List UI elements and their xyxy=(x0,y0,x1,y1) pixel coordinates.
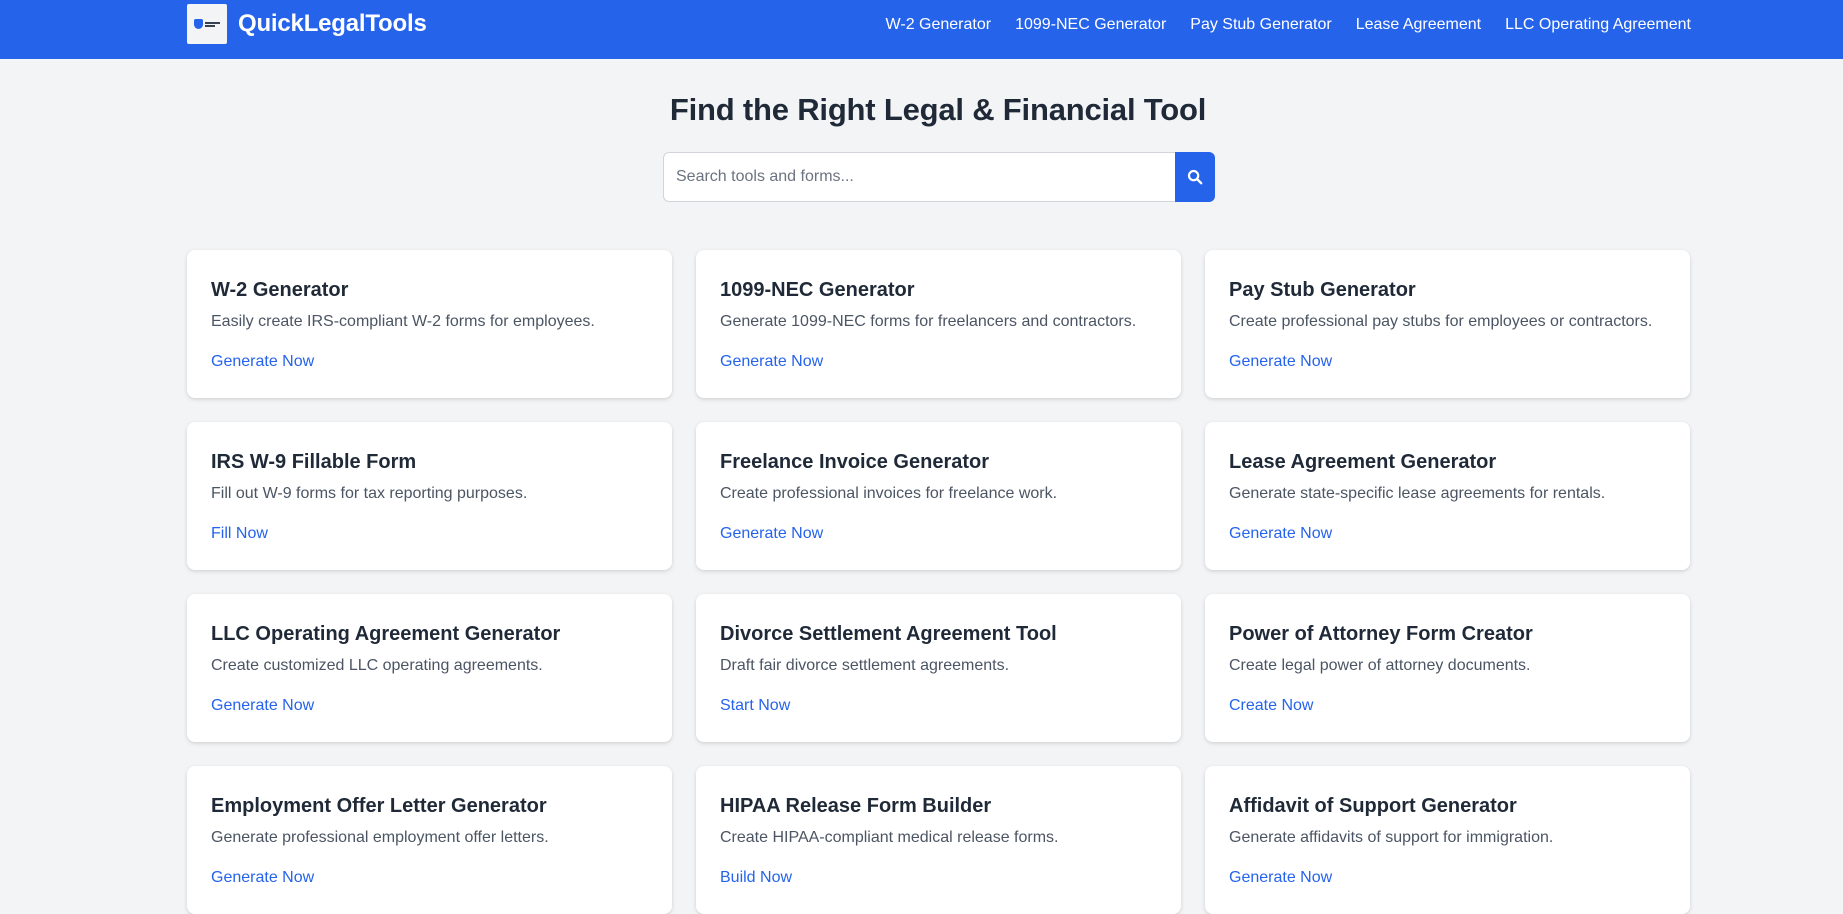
tool-description: Generate affidavits of support for immig… xyxy=(1229,829,1554,846)
tool-title: Employment Offer Letter Generator xyxy=(211,795,547,817)
tool-description: Fill out W-9 forms for tax reporting pur… xyxy=(211,485,528,502)
tool-description: Create legal power of attorney documents… xyxy=(1229,657,1531,674)
nav-link-1099-nec-generator[interactable]: 1099-NEC Generator xyxy=(1015,16,1166,34)
tool-title: 1099-NEC Generator xyxy=(720,279,915,301)
tool-cta-link[interactable]: Generate Now xyxy=(1229,352,1332,372)
tool-cta-link[interactable]: Fill Now xyxy=(211,524,268,544)
tool-card-irs-w9-form: IRS W-9 Fillable Form Fill out W-9 forms… xyxy=(187,422,672,570)
tool-cta-link[interactable]: Start Now xyxy=(720,696,790,716)
tool-title: Power of Attorney Form Creator xyxy=(1229,623,1533,645)
tool-description: Generate state-specific lease agreements… xyxy=(1229,485,1606,502)
nav-link-llc-operating-agreement[interactable]: LLC Operating Agreement xyxy=(1505,16,1691,34)
page-title: Find the Right Legal & Financial Tool xyxy=(669,92,1207,127)
tool-card-affidavit-of-support-generator: Affidavit of Support Generator Generate … xyxy=(1205,766,1690,914)
tool-cta-link[interactable]: Generate Now xyxy=(211,696,314,716)
tool-title: LLC Operating Agreement Generator xyxy=(211,623,561,645)
tool-card-1099-nec-generator: 1099-NEC Generator Generate 1099-NEC for… xyxy=(696,250,1181,398)
tool-cta-link[interactable]: Generate Now xyxy=(720,352,823,372)
nav-link-lease-agreement[interactable]: Lease Agreement xyxy=(1356,16,1481,34)
logo-wordmark xyxy=(205,21,220,27)
tool-card-w2-generator: W-2 Generator Easily create IRS-complian… xyxy=(187,250,672,398)
tool-cta-link[interactable]: Create Now xyxy=(1229,696,1313,716)
tool-description: Generate 1099-NEC forms for freelancers … xyxy=(720,313,1137,330)
nav-link-pay-stub-generator[interactable]: Pay Stub Generator xyxy=(1190,16,1331,34)
nav-link-w2-generator[interactable]: W-2 Generator xyxy=(886,16,992,34)
tool-card-power-of-attorney-creator: Power of Attorney Form Creator Create le… xyxy=(1205,594,1690,742)
tool-cta-link[interactable]: Generate Now xyxy=(211,352,314,372)
search-input[interactable] xyxy=(663,152,1175,202)
tool-card-freelance-invoice-generator: Freelance Invoice Generator Create profe… xyxy=(696,422,1181,570)
tool-card-llc-operating-agreement-generator: LLC Operating Agreement Generator Create… xyxy=(187,594,672,742)
tool-description: Draft fair divorce settlement agreements… xyxy=(720,657,1010,674)
brand-name: QuickLegalTools xyxy=(238,10,427,37)
tool-title: Lease Agreement Generator xyxy=(1229,451,1497,473)
brand-link[interactable]: QuickLegalTools xyxy=(187,4,427,44)
tool-description: Create HIPAA-compliant medical release f… xyxy=(720,829,1059,846)
tool-description: Create professional invoices for freelan… xyxy=(720,485,1058,502)
tool-title: Pay Stub Generator xyxy=(1229,279,1416,301)
tool-description: Create professional pay stubs for employ… xyxy=(1229,313,1653,330)
tool-cta-link[interactable]: Generate Now xyxy=(1229,524,1332,544)
tool-card-lease-agreement-generator: Lease Agreement Generator Generate state… xyxy=(1205,422,1690,570)
tool-title: Affidavit of Support Generator xyxy=(1229,795,1517,817)
tool-cta-link[interactable]: Generate Now xyxy=(211,868,314,888)
tool-description: Create customized LLC operating agreemen… xyxy=(211,657,543,674)
tool-description: Generate professional employment offer l… xyxy=(211,829,549,846)
search-button[interactable] xyxy=(1175,152,1215,202)
brand-logo xyxy=(187,4,227,44)
shield-icon xyxy=(194,19,203,29)
tool-title: IRS W-9 Fillable Form xyxy=(211,451,417,473)
tool-card-employment-offer-letter-generator: Employment Offer Letter Generator Genera… xyxy=(187,766,672,914)
tool-title: W-2 Generator xyxy=(211,279,349,301)
tool-title: Freelance Invoice Generator xyxy=(720,451,990,473)
tool-card-divorce-settlement-tool: Divorce Settlement Agreement Tool Draft … xyxy=(696,594,1181,742)
tool-title: HIPAA Release Form Builder xyxy=(720,795,992,817)
search-bar xyxy=(663,152,1215,202)
search-icon xyxy=(1187,169,1203,185)
tool-cta-link[interactable]: Generate Now xyxy=(720,524,823,544)
main-nav: W-2 Generator 1099-NEC Generator Pay Stu… xyxy=(886,0,1691,49)
tools-grid: W-2 Generator Easily create IRS-complian… xyxy=(187,250,1690,914)
tool-card-hipaa-release-form-builder: HIPAA Release Form Builder Create HIPAA-… xyxy=(696,766,1181,914)
tool-description: Easily create IRS-compliant W-2 forms fo… xyxy=(211,313,595,330)
tool-card-pay-stub-generator: Pay Stub Generator Create professional p… xyxy=(1205,250,1690,398)
tool-title: Divorce Settlement Agreement Tool xyxy=(720,623,1057,645)
tool-cta-link[interactable]: Build Now xyxy=(720,868,792,888)
top-navbar: QuickLegalTools W-2 Generator 1099-NEC G… xyxy=(0,0,1843,59)
tool-cta-link[interactable]: Generate Now xyxy=(1229,868,1332,888)
